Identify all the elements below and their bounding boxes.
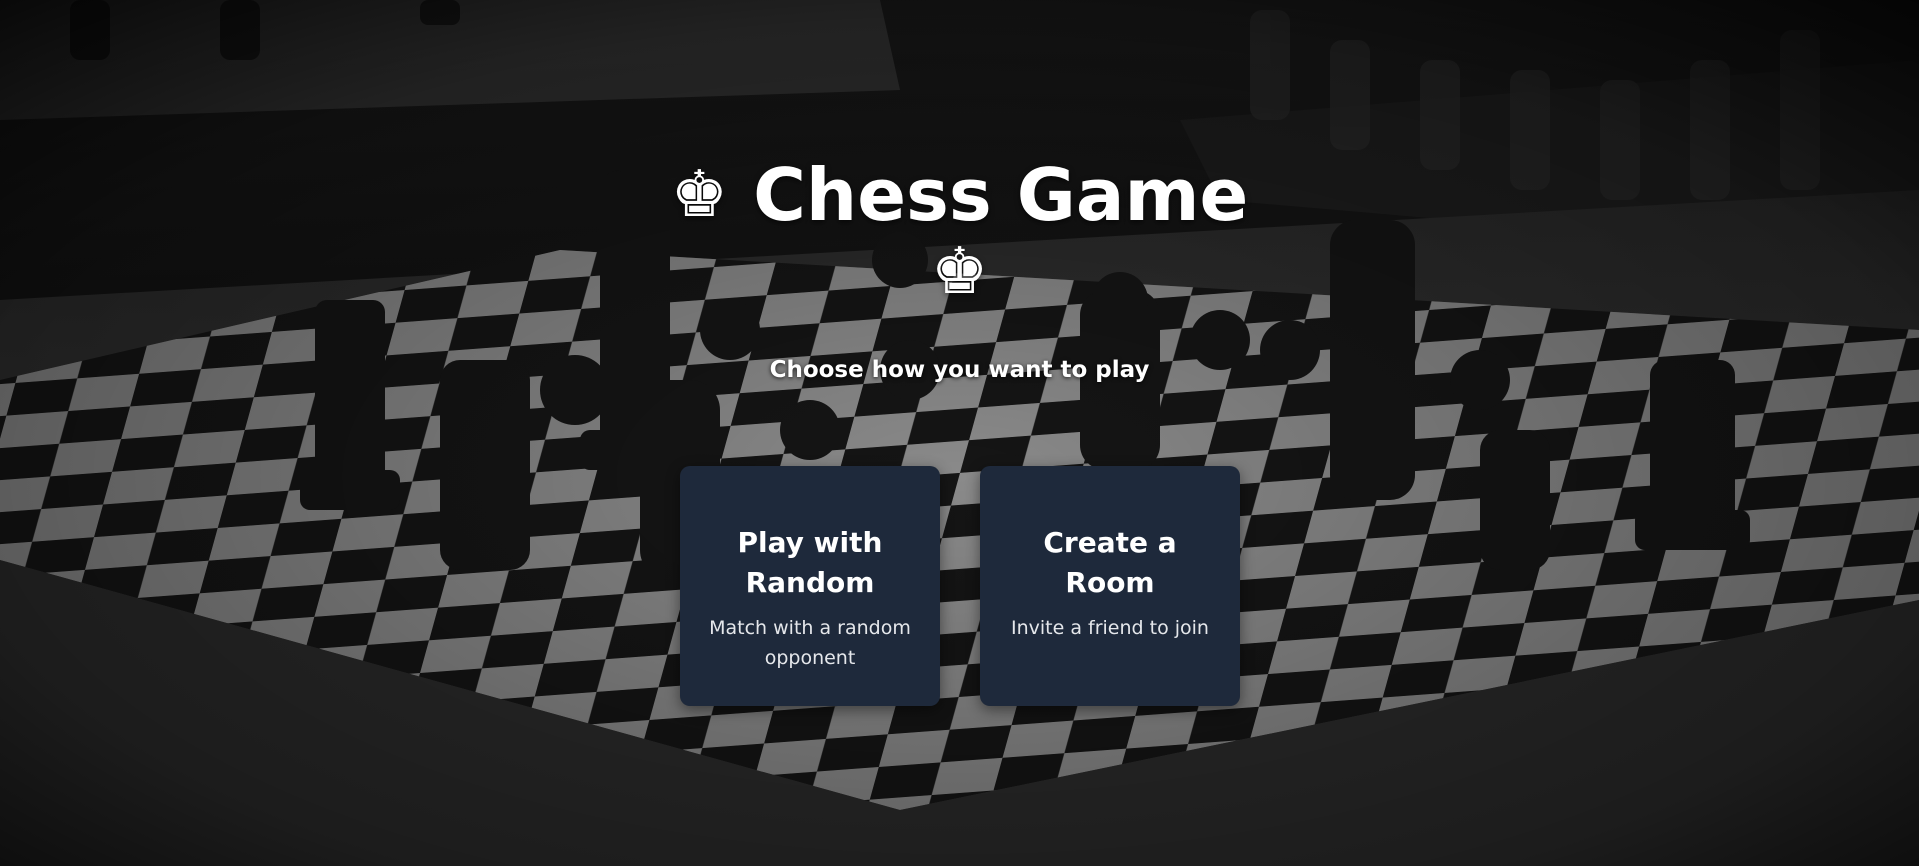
white-king-icon: ♚ bbox=[670, 158, 729, 232]
page-title-text: Chess Game bbox=[753, 153, 1249, 237]
play-random-card[interactable]: Play with Random Match with a random opp… bbox=[680, 466, 940, 706]
create-room-title: Create a Room bbox=[1043, 526, 1177, 599]
main-content: ♚ Chess Game ♚ Choose how you want to pl… bbox=[0, 0, 1919, 866]
page-title: ♚ Chess Game bbox=[0, 155, 1919, 235]
white-king-icon: ♚ bbox=[930, 235, 989, 309]
create-room-description: Invite a friend to join bbox=[1011, 617, 1209, 639]
play-random-description: Match with a random opponent bbox=[709, 617, 911, 669]
play-random-title: Play with Random bbox=[737, 526, 883, 599]
page-title-trailing: ♚ bbox=[0, 232, 1919, 312]
page-subtitle: Choose how you want to play bbox=[769, 357, 1150, 383]
create-room-card[interactable]: Create a Room Invite a friend to join bbox=[980, 466, 1240, 706]
